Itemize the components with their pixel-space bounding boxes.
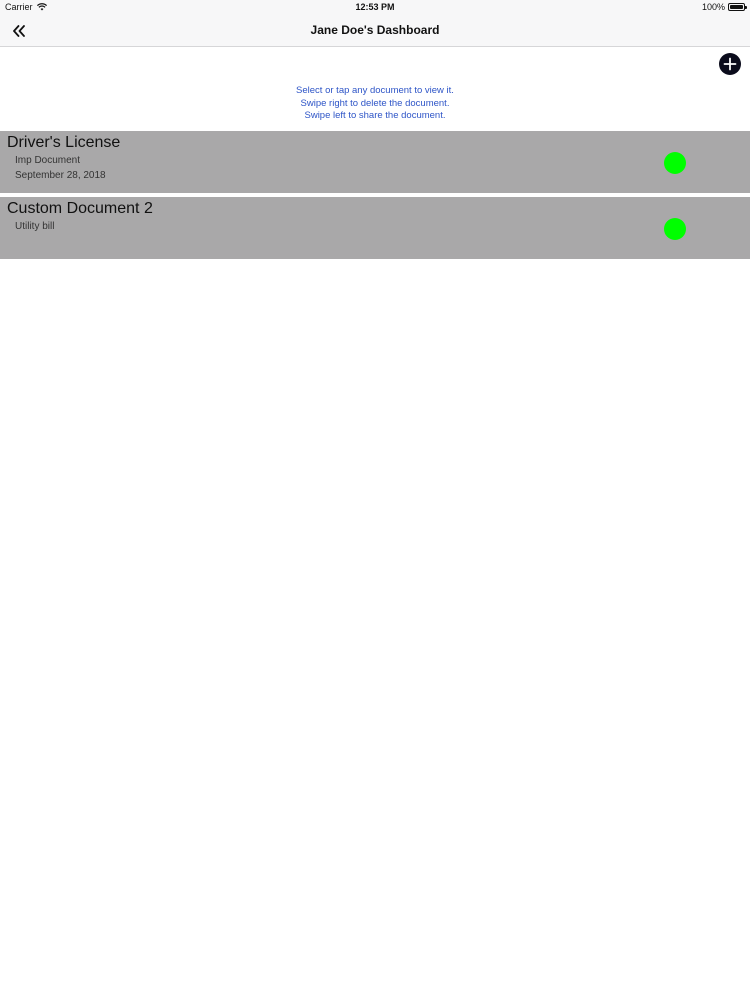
page-title: Jane Doe's Dashboard <box>310 23 440 37</box>
battery-indicator: 100% <box>701 2 747 12</box>
document-name: Custom Document 2 <box>7 200 153 217</box>
status-indicator-icon <box>664 218 686 240</box>
document-list: Driver's License Imp Document September … <box>0 131 750 259</box>
document-row-drivers-license[interactable]: Driver's License Imp Document September … <box>0 131 750 193</box>
status-indicator-icon <box>664 152 686 174</box>
battery-icon <box>728 3 747 11</box>
plus-circle-icon <box>723 57 737 71</box>
instruction-delete: Swipe right to delete the document. <box>300 97 450 109</box>
document-type: Imp Document <box>15 155 81 166</box>
instruction-share: Swipe left to share the document. <box>304 110 446 121</box>
add-document-button[interactable] <box>719 53 741 75</box>
status-bar: Carrier 12:53 PM 100% <box>0 0 750 15</box>
navigation-bar: Jane Doe's Dashboard <box>0 15 750 47</box>
status-time: 12:53 PM <box>355 2 395 12</box>
instructions-text: Select or tap any document to view it. S… <box>0 85 750 123</box>
document-name: Driver's License <box>7 134 121 151</box>
battery-percent: 100% <box>701 2 725 12</box>
instruction-view: Select or tap any document to view it. <box>296 85 454 96</box>
battery-fill <box>730 5 743 9</box>
document-row-custom-document-2[interactable]: Custom Document 2 Utility bill <box>0 197 750 259</box>
document-type: Utility bill <box>15 221 55 232</box>
document-date: September 28, 2018 <box>15 170 106 181</box>
